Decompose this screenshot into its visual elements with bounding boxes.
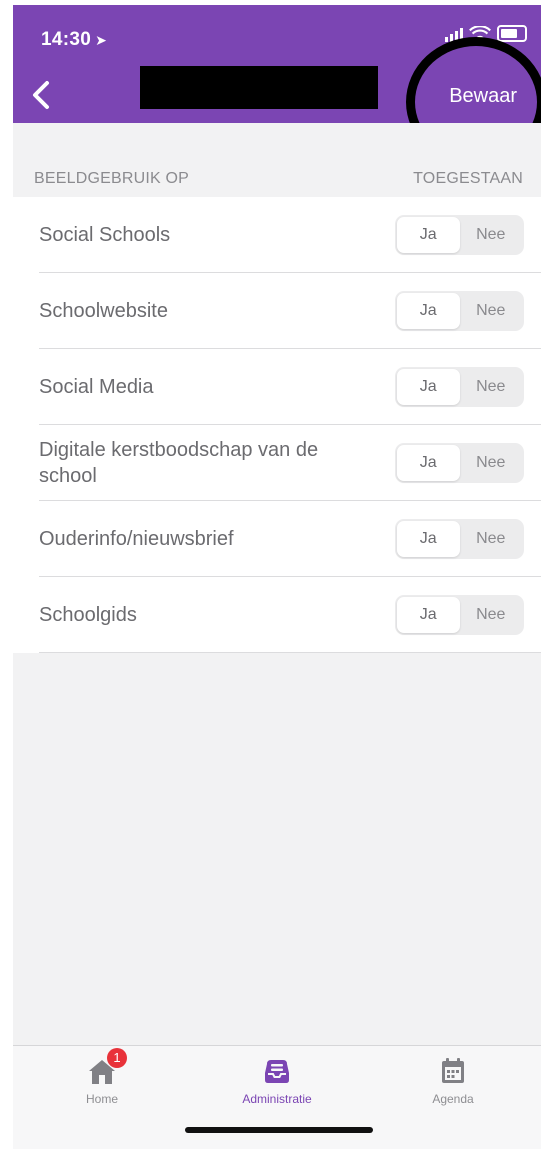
- status-icons: [445, 25, 527, 42]
- home-icon: 1: [87, 1048, 127, 1086]
- wifi-icon: [469, 25, 491, 41]
- tab-administratie-label: Administratie: [242, 1092, 312, 1106]
- option-yes[interactable]: Ja: [397, 292, 460, 329]
- option-no[interactable]: Nee: [460, 521, 523, 557]
- item-label: Schoolgids: [39, 603, 137, 626]
- option-yes[interactable]: Ja: [397, 520, 460, 557]
- notification-badge: 1: [107, 1048, 127, 1068]
- nav-header: 14:30 ➤ Bewaar: [13, 5, 541, 123]
- item-label: Social Schools: [39, 223, 171, 246]
- tab-home[interactable]: 1 Home: [42, 1048, 162, 1106]
- option-no[interactable]: Nee: [460, 369, 523, 405]
- item-label: Social Media: [39, 375, 154, 398]
- calendar-icon: [438, 1056, 468, 1086]
- list-item: Digitale kerstboodschap van de school Ja…: [39, 425, 541, 501]
- list-item: Social Schools Ja Nee: [39, 197, 541, 273]
- section-title: BEELDGEBRUIK OP: [34, 170, 190, 187]
- option-yes[interactable]: Ja: [397, 216, 460, 253]
- item-label: Digitale kerstboodschap van de school: [39, 438, 319, 487]
- location-arrow-icon: ➤: [95, 32, 108, 48]
- signal-icon: [445, 26, 463, 42]
- battery-icon: [497, 25, 527, 42]
- option-yes[interactable]: Ja: [397, 596, 460, 633]
- option-no[interactable]: Nee: [460, 597, 523, 633]
- redacted-page-title: [140, 66, 378, 109]
- tab-agenda-label: Agenda: [432, 1092, 474, 1106]
- back-chevron-icon[interactable]: [27, 77, 57, 113]
- permission-list: Social Schools Ja Nee Schoolwebsite Ja N…: [13, 197, 541, 653]
- tab-administratie[interactable]: Administratie: [217, 1056, 337, 1106]
- section-header: BEELDGEBRUIK OP TOEGESTAAN: [13, 123, 541, 197]
- option-no[interactable]: Nee: [460, 217, 523, 253]
- home-indicator: [185, 1127, 373, 1133]
- item-label: Schoolwebsite: [39, 299, 168, 322]
- yes-no-segmented-control: Ja Nee: [395, 518, 524, 559]
- list-item: Schoolwebsite Ja Nee: [39, 273, 541, 349]
- tab-bar: 1 Home Administratie Agenda: [13, 1045, 541, 1149]
- item-label: Ouderinfo/nieuwsbrief: [39, 527, 234, 550]
- inbox-icon: [262, 1056, 292, 1086]
- list-item: Ouderinfo/nieuwsbrief Ja Nee: [39, 501, 541, 577]
- app-screen: 14:30 ➤ Bewaar BEELDGEBRUIK OP TOEGESTAAN…: [13, 5, 541, 1149]
- yes-no-segmented-control: Ja Nee: [395, 366, 524, 407]
- yes-no-segmented-control: Ja Nee: [395, 290, 524, 331]
- yes-no-segmented-control: Ja Nee: [395, 442, 524, 483]
- list-item: Schoolgids Ja Nee: [39, 577, 541, 653]
- save-button[interactable]: Bewaar: [449, 85, 517, 108]
- yes-no-segmented-control: Ja Nee: [395, 214, 524, 255]
- yes-no-segmented-control: Ja Nee: [395, 594, 524, 635]
- tab-agenda[interactable]: Agenda: [393, 1056, 513, 1106]
- option-no[interactable]: Nee: [460, 293, 523, 329]
- tab-home-label: Home: [85, 1092, 118, 1106]
- status-time-text: 14:30: [41, 29, 92, 50]
- section-column-title: TOEGESTAAN: [413, 170, 523, 187]
- option-yes[interactable]: Ja: [397, 444, 460, 481]
- status-time: 14:30 ➤: [41, 29, 107, 51]
- option-yes[interactable]: Ja: [397, 368, 460, 405]
- option-no[interactable]: Nee: [460, 445, 523, 481]
- list-item: Social Media Ja Nee: [39, 349, 541, 425]
